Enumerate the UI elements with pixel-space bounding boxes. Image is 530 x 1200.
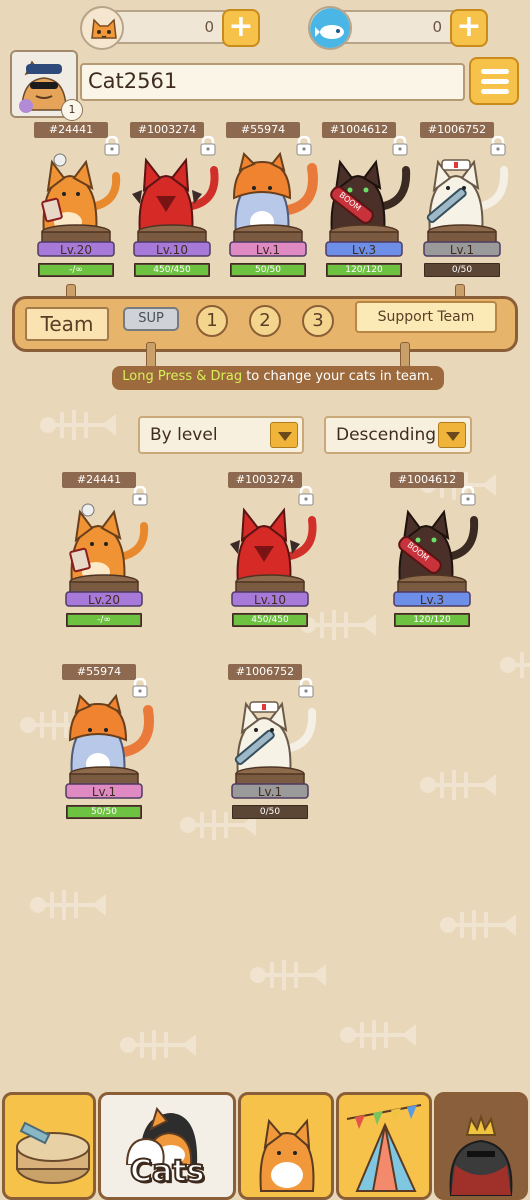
- cat-food-can-icon: [16, 1121, 90, 1184]
- cats-tab-label: Cats: [129, 1153, 205, 1190]
- cat-level: Lv.10: [156, 243, 188, 257]
- team-cat-slot[interactable]: #1003274 Lv.10 450/450: [130, 122, 220, 282]
- cat-coin-icon: [80, 6, 124, 50]
- tent-flags-icon: [346, 1104, 422, 1192]
- crowned-boss-icon: [449, 1113, 513, 1196]
- collection-cat-slot[interactable]: #1004612 BOOM Lv.3 120/120: [390, 472, 480, 632]
- team-hint: Long Press & Drag to change your cats in…: [112, 366, 444, 390]
- cat-id-tag: #55974: [62, 664, 136, 680]
- cat-hp-bar: 0/50: [424, 263, 500, 277]
- orange-cat-icon: [259, 1118, 315, 1192]
- cat-level: Lv.10: [254, 593, 286, 607]
- coin-counter: 0 +: [80, 6, 260, 50]
- team-3-button[interactable]: 3: [302, 305, 334, 337]
- player-name[interactable]: Cat2561: [80, 63, 465, 101]
- decor-tab[interactable]: [336, 1092, 432, 1200]
- cat-hp-bar: 0/50: [232, 805, 308, 819]
- fishbone-decoration: [250, 950, 330, 1004]
- hint-highlight: Long Press & Drag: [122, 369, 243, 384]
- menu-button[interactable]: [469, 57, 519, 105]
- cat-hp-bar: 50/50: [66, 805, 142, 819]
- cat-hp-bar: 50/50: [230, 263, 306, 277]
- cat-level: Lv.3: [351, 243, 377, 257]
- collection-cat-slot[interactable]: #1006752 Lv.1 0/50: [228, 664, 318, 824]
- cat-hp-text: 50/50: [255, 265, 281, 275]
- add-fish-button[interactable]: +: [450, 9, 488, 47]
- cat-hp-text: 120/120: [413, 615, 451, 625]
- cat-id-tag: #1006752: [420, 122, 494, 138]
- cat-hp-bar: 120/120: [326, 263, 402, 277]
- sup-button[interactable]: SUP: [123, 307, 179, 331]
- cat-hp-text: -/∞: [97, 615, 111, 625]
- cat-hp-bar: 450/450: [134, 263, 210, 277]
- cat-hp-text: 450/450: [251, 615, 289, 625]
- cat-level: Lv.1: [91, 785, 117, 799]
- cat-hp-text: 50/50: [91, 807, 117, 817]
- fishbone-decoration: [500, 640, 530, 694]
- cat-hp-bar: -/∞: [38, 263, 114, 277]
- hint-text: to change your cats in team.: [242, 369, 434, 384]
- cat-hp-text: 120/120: [345, 265, 383, 275]
- cat-level: Lv.1: [449, 243, 475, 257]
- boss-tab[interactable]: [434, 1092, 528, 1200]
- cat-id-tag: #1004612: [390, 472, 464, 488]
- sort-by-value: By level: [150, 425, 218, 445]
- cat-id-tag: #1004612: [322, 122, 396, 138]
- team-board: Team SUP 1 2 3 Support Team: [12, 296, 518, 352]
- cat-tab[interactable]: [238, 1092, 334, 1200]
- team-2-button[interactable]: 2: [249, 305, 281, 337]
- cat-level: Lv.20: [60, 243, 92, 257]
- fish-value: 0: [432, 18, 442, 36]
- cat-hp-text: 0/50: [451, 265, 473, 275]
- support-team-button[interactable]: Support Team: [355, 301, 497, 333]
- team-cat-slot[interactable]: #24441 Lv.20 -/∞: [34, 122, 124, 282]
- player-level-badge: 1: [61, 99, 83, 121]
- cat-hp-bar: 120/120: [394, 613, 470, 627]
- sort-order-value: Descending: [336, 425, 437, 445]
- collection-cat-slot[interactable]: #1003274 Lv.10 450/450: [228, 472, 318, 632]
- cat-id-tag: #55974: [226, 122, 300, 138]
- team-1-button[interactable]: 1: [196, 305, 228, 337]
- cat-level: Lv.1: [257, 785, 283, 799]
- fishbone-decoration: [340, 1010, 420, 1064]
- fish-counter: 0 +: [308, 6, 488, 50]
- fishbone-decoration: [120, 1020, 200, 1074]
- add-coins-button[interactable]: +: [222, 9, 260, 47]
- collection-cat-slot[interactable]: #55974 Lv.1 50/50: [62, 664, 154, 824]
- blue-fish-icon: [308, 6, 352, 50]
- cat-level: Lv.1: [255, 243, 281, 257]
- cat-hp-text: 0/50: [259, 807, 281, 817]
- chevron-down-icon: [270, 422, 298, 448]
- fishbone-decoration: [440, 900, 520, 954]
- cat-id-tag: #24441: [34, 122, 108, 138]
- cat-id-tag: #1003274: [228, 472, 302, 488]
- team-cat-slot[interactable]: #1004612 BOOM Lv.3 120/120: [322, 122, 412, 282]
- cat-hp-text: -/∞: [69, 265, 83, 275]
- collection-cat-slot[interactable]: #24441 Lv.20 -/∞: [62, 472, 152, 632]
- fishbone-decoration: [40, 400, 120, 454]
- food-tab[interactable]: [2, 1092, 96, 1200]
- cat-hp-text: 450/450: [153, 265, 191, 275]
- team-label: Team: [25, 307, 109, 341]
- fishbone-decoration: [30, 880, 110, 934]
- cat-id-tag: #1003274: [130, 122, 204, 138]
- team-cat-slot[interactable]: #1006752 Lv.1 0/50: [420, 122, 510, 282]
- menu-icon: [481, 69, 509, 74]
- cat-id-tag: #1006752: [228, 664, 302, 680]
- coin-value: 0: [204, 18, 214, 36]
- cat-level: Lv.3: [419, 593, 445, 607]
- cat-hp-bar: -/∞: [66, 613, 142, 627]
- cat-hp-bar: 450/450: [232, 613, 308, 627]
- cat-id-tag: #24441: [62, 472, 136, 488]
- sort-order-select[interactable]: Descending: [324, 416, 472, 454]
- sort-by-select[interactable]: By level: [138, 416, 304, 454]
- team-cat-slot[interactable]: #55974 Lv.1 50/50: [226, 122, 318, 282]
- cat-level: Lv.20: [88, 593, 120, 607]
- chevron-down-icon: [438, 422, 466, 448]
- fishbone-decoration: [420, 760, 500, 814]
